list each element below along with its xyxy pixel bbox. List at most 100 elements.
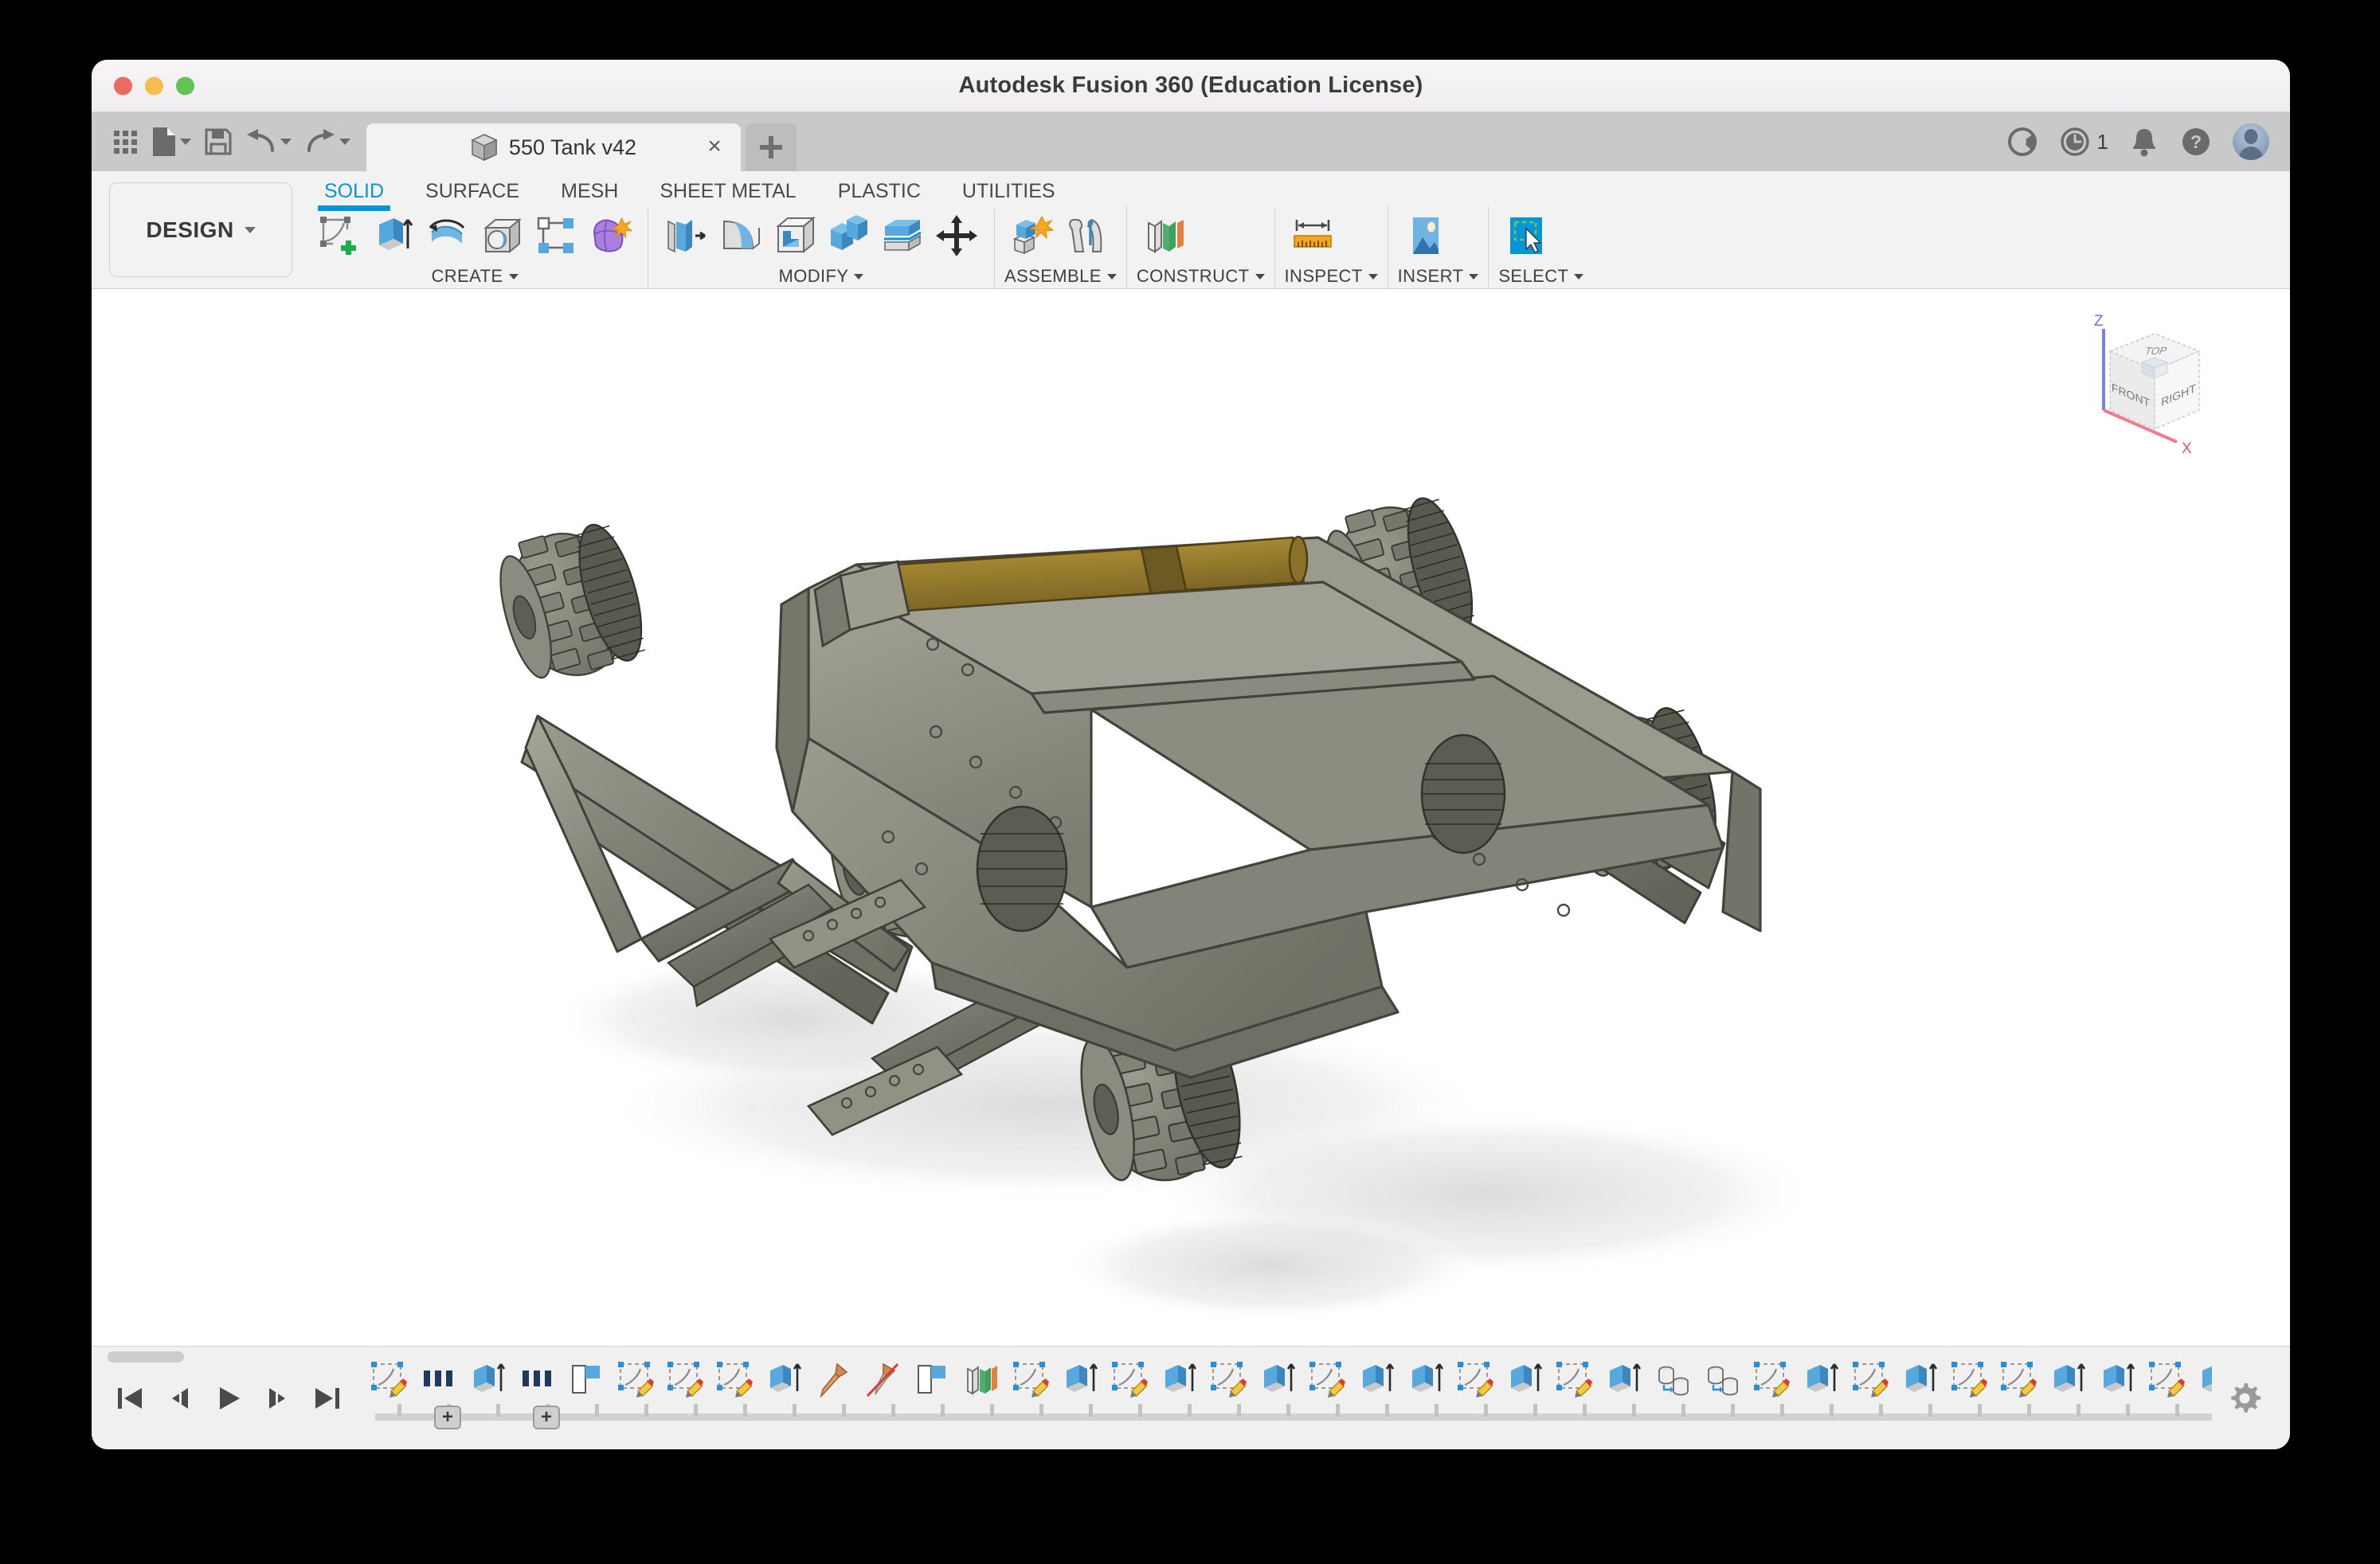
close-window-button[interactable] — [114, 76, 132, 95]
timeline-track[interactable]: ++ — [364, 1347, 2212, 1449]
split-face-icon[interactable] — [879, 211, 926, 260]
undo-button[interactable] — [241, 123, 296, 160]
zoom-window-button[interactable] — [176, 76, 194, 95]
chevron-down-icon[interactable] — [509, 274, 519, 280]
timeline-feature-joint-pin[interactable] — [808, 1359, 858, 1399]
timeline-group-expander[interactable]: + — [533, 1406, 560, 1429]
timeline-feature-sketch[interactable] — [1006, 1359, 1055, 1399]
timeline-feature-extrude[interactable] — [1055, 1359, 1105, 1399]
chevron-down-icon[interactable] — [1368, 274, 1378, 280]
step-forward-button[interactable] — [262, 1382, 294, 1415]
model-3d-view[interactable] — [92, 289, 2290, 1346]
chevron-down-icon[interactable] — [1255, 274, 1265, 280]
chevron-down-icon[interactable] — [1574, 274, 1583, 280]
tab-utilities[interactable]: UTILITIES — [941, 180, 1076, 206]
create-sketch-icon[interactable] — [316, 211, 362, 260]
create-form-icon[interactable] — [587, 211, 633, 260]
view-cube[interactable]: Z X TOP FRONT RIGHT — [2070, 310, 2229, 461]
timeline-feature-extrude[interactable] — [2092, 1359, 2142, 1399]
revolve-icon[interactable] — [425, 211, 471, 260]
canvas-viewport[interactable]: Z X TOP FRONT RIGHT — [92, 289, 2290, 1346]
timeline-feature-component-group[interactable] — [413, 1359, 463, 1399]
timeline-feature-sketch[interactable] — [2142, 1359, 2191, 1399]
minimize-window-button[interactable] — [145, 76, 163, 95]
tab-plastic[interactable]: PLASTIC — [817, 180, 941, 206]
chevron-down-icon[interactable] — [854, 274, 863, 280]
timeline-feature-sketch[interactable] — [611, 1359, 660, 1399]
joint-icon[interactable] — [1063, 211, 1110, 260]
timeline-feature-sketch[interactable] — [1994, 1359, 2043, 1399]
timeline-scrollbar[interactable] — [108, 1351, 184, 1363]
save-button[interactable] — [199, 123, 237, 161]
play-button[interactable] — [213, 1382, 245, 1415]
timeline-settings-button[interactable] — [2212, 1380, 2290, 1417]
timeline-feature-sketch[interactable] — [1549, 1359, 1599, 1399]
go-to-beginning-button[interactable] — [114, 1382, 146, 1415]
timeline-feature-sketch[interactable] — [1105, 1359, 1154, 1399]
account-avatar[interactable] — [2233, 123, 2269, 160]
timeline-feature-sketch[interactable] — [1204, 1359, 1253, 1399]
new-component-icon[interactable] — [1009, 211, 1055, 260]
hole-icon[interactable] — [479, 211, 525, 260]
timeline-feature-sketch[interactable] — [1747, 1359, 1796, 1399]
timeline-feature-offset-plane[interactable] — [957, 1359, 1006, 1399]
timeline-group-expander[interactable]: + — [434, 1406, 461, 1429]
timeline-feature-sketch[interactable] — [1450, 1359, 1500, 1399]
timeline-feature-move-copy[interactable] — [1648, 1359, 1697, 1399]
file-menu-button[interactable] — [145, 121, 196, 162]
combine-icon[interactable] — [825, 211, 871, 260]
notifications-button[interactable] — [2129, 126, 2159, 158]
timeline-feature-extrude[interactable] — [1352, 1359, 1401, 1399]
insert-image-icon[interactable] — [1403, 211, 1449, 260]
tab-mesh[interactable]: MESH — [540, 180, 639, 206]
timeline-feature-construct-plane[interactable] — [907, 1359, 957, 1399]
timeline-feature-move-copy[interactable] — [1697, 1359, 1747, 1399]
offset-plane-icon[interactable] — [1141, 211, 1188, 260]
select-icon[interactable] — [1503, 211, 1549, 260]
timeline-feature-sketch[interactable] — [660, 1359, 710, 1399]
document-tab[interactable]: 550 Tank v42 × — [366, 123, 741, 171]
close-tab-button[interactable]: × — [703, 135, 726, 159]
shell-icon[interactable] — [771, 211, 817, 260]
go-to-end-button[interactable] — [311, 1382, 343, 1415]
timeline-feature-sketch[interactable] — [1302, 1359, 1352, 1399]
timeline-feature-extrude[interactable] — [1401, 1359, 1450, 1399]
timeline-feature-joint-pin-disabled[interactable] — [858, 1359, 907, 1399]
timeline-feature-sketch[interactable] — [1944, 1359, 1994, 1399]
timeline-feature-component-group[interactable] — [512, 1359, 562, 1399]
step-back-button[interactable] — [163, 1382, 195, 1415]
timeline-feature-extrude[interactable] — [759, 1359, 808, 1399]
timeline-feature-extrude[interactable] — [1154, 1359, 1204, 1399]
extensions-button[interactable] — [2006, 126, 2038, 158]
chevron-down-icon[interactable] — [1107, 274, 1117, 280]
tab-surface[interactable]: SURFACE — [405, 180, 540, 206]
tab-sheet-metal[interactable]: SHEET METAL — [639, 180, 816, 206]
show-data-panel-button[interactable] — [109, 126, 142, 158]
chevron-down-icon[interactable] — [1469, 274, 1478, 280]
help-button[interactable]: ? — [2180, 126, 2212, 158]
new-tab-button[interactable] — [746, 123, 797, 171]
press-pull-icon[interactable] — [663, 211, 709, 260]
redo-icon — [304, 128, 336, 155]
timeline-feature-extrude[interactable] — [1599, 1359, 1648, 1399]
timeline-feature-sketch[interactable] — [1846, 1359, 1895, 1399]
timeline-feature-extrude[interactable] — [1253, 1359, 1302, 1399]
timeline-feature-extrude[interactable] — [463, 1359, 512, 1399]
pattern-icon[interactable] — [533, 211, 579, 260]
measure-icon[interactable] — [1290, 211, 1336, 260]
fillet-icon[interactable] — [717, 211, 763, 260]
timeline-feature-sketch[interactable] — [364, 1359, 413, 1399]
timeline-feature-extrude[interactable] — [1796, 1359, 1846, 1399]
timeline-feature-construct-plane[interactable] — [562, 1359, 611, 1399]
timeline-feature-extrude[interactable] — [2191, 1359, 2212, 1399]
timeline-feature-sketch[interactable] — [710, 1359, 759, 1399]
timeline-feature-extrude[interactable] — [1500, 1359, 1549, 1399]
workspace-switcher-button[interactable]: DESIGN — [109, 182, 292, 277]
tab-solid[interactable]: SOLID — [303, 180, 405, 206]
redo-button[interactable] — [299, 123, 355, 160]
timeline-feature-extrude[interactable] — [2043, 1359, 2092, 1399]
move-copy-icon[interactable] — [934, 211, 980, 260]
timeline-feature-extrude[interactable] — [1895, 1359, 1944, 1399]
extrude-icon[interactable] — [370, 211, 417, 260]
job-status-button[interactable]: 1 — [2059, 126, 2108, 158]
